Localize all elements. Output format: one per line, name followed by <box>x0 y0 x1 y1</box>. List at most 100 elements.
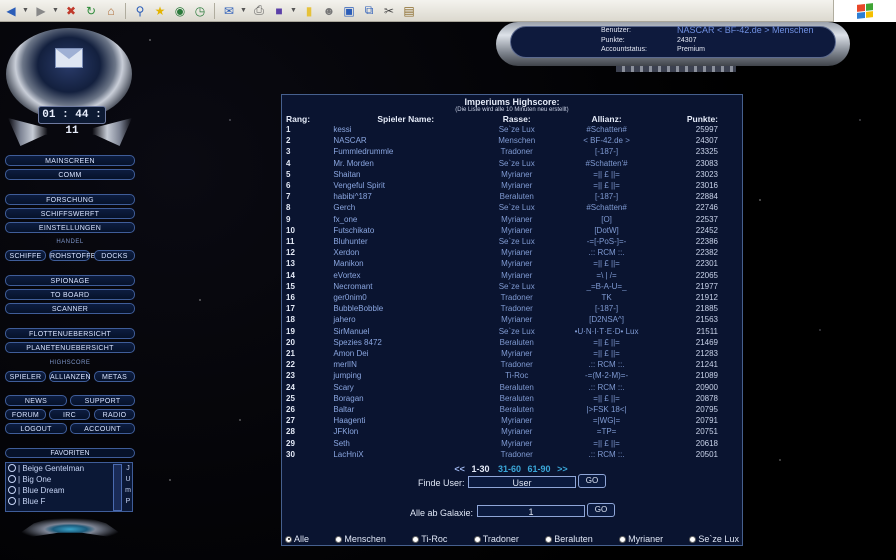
find-user-go-button[interactable]: GO <box>578 474 606 488</box>
find-user-input[interactable]: User <box>468 476 576 488</box>
row-alliance[interactable]: =|| £ ||= <box>562 180 652 191</box>
radio-button[interactable] <box>545 535 553 543</box>
nav-radio-button[interactable]: RADIO <box>94 409 135 420</box>
race-filter-option[interactable]: Myrianer <box>619 532 663 546</box>
nav-einstellungen-button[interactable]: EINSTELLUNGEN <box>5 222 135 233</box>
row-player-name[interactable]: jahero <box>327 314 472 325</box>
nav-scanner-button[interactable]: SCANNER <box>5 303 135 314</box>
row-player-name[interactable]: Vengeful Spirit <box>327 180 472 191</box>
row-player-name[interactable]: Baltar <box>327 404 472 415</box>
forward-dropdown-icon[interactable]: ▼ <box>52 7 60 14</box>
cut-icon[interactable]: ✂ <box>380 2 398 20</box>
pager-page-link[interactable]: 31-60 <box>498 464 521 474</box>
benutzer-value[interactable]: NASCAR < BF-42.de > Menschen <box>677 25 814 35</box>
row-player-name[interactable]: jumping <box>327 370 472 381</box>
pager-prev-link[interactable]: << <box>454 464 465 474</box>
row-player-name[interactable]: fx_one <box>327 214 472 225</box>
radio-button[interactable] <box>689 535 697 543</box>
nav-support-button[interactable]: SUPPORT <box>70 395 135 406</box>
pager-next-link[interactable]: >> <box>557 464 568 474</box>
row-player-name[interactable]: Gerch <box>327 202 472 213</box>
nav-forum-button[interactable]: FORUM <box>5 409 46 420</box>
edit-icon[interactable]: ■ <box>270 2 288 20</box>
row-player-name[interactable]: NASCAR <box>327 135 472 146</box>
radio-button[interactable] <box>619 535 627 543</box>
copy-icon[interactable]: ⧉ <box>360 2 378 20</box>
row-alliance[interactable]: •U·N·I·T·E·D• Lux <box>562 326 652 337</box>
row-player-name[interactable]: Spezies 8472 <box>327 337 472 348</box>
row-alliance[interactable]: =|| £ ||= <box>562 348 652 359</box>
nav-forschung-button[interactable]: FORSCHUNG <box>5 194 135 205</box>
radio-icon[interactable] <box>8 475 16 483</box>
radio-icon[interactable] <box>8 486 16 494</box>
row-player-name[interactable]: BubbleBobble <box>327 303 472 314</box>
mail-icon[interactable]: ✉ <box>220 2 238 20</box>
refresh-icon[interactable]: ↻ <box>82 2 100 20</box>
nav-spieler-button[interactable]: SPIELER <box>5 371 46 382</box>
row-alliance[interactable]: < BF-42.de > <box>562 135 652 146</box>
stop-icon[interactable]: ✖ <box>62 2 80 20</box>
row-player-name[interactable]: Necromant <box>327 281 472 292</box>
favorites-icon[interactable]: ★ <box>151 2 169 20</box>
nav-news-button[interactable]: NEWS <box>5 395 67 406</box>
pager-page-link[interactable]: 61-90 <box>528 464 551 474</box>
row-alliance[interactable]: =|| £ ||= <box>562 258 652 269</box>
row-alliance[interactable]: =|| £ ||= <box>562 169 652 180</box>
row-alliance[interactable]: =\ | /= <box>562 270 652 281</box>
messenger-icon[interactable]: ☻ <box>320 2 338 20</box>
row-alliance[interactable]: |>FSK 18<| <box>562 404 652 415</box>
row-player-name[interactable]: Xerdon <box>327 247 472 258</box>
race-filter-option[interactable]: Beraluten <box>545 532 593 546</box>
row-player-name[interactable]: Amon Dei <box>327 348 472 359</box>
row-alliance[interactable]: -=(M-2-M)=- <box>562 370 652 381</box>
paste-icon[interactable]: ▤ <box>400 2 418 20</box>
row-alliance[interactable]: [-187-] <box>562 191 652 202</box>
forward-icon[interactable]: ▶ <box>32 2 50 20</box>
edit-dropdown-icon[interactable]: ▼ <box>290 7 298 14</box>
row-alliance[interactable]: .:: RCM ::. <box>562 359 652 370</box>
nav-logout-button[interactable]: LOGOUT <box>5 423 67 434</box>
radio-icon[interactable] <box>8 497 16 505</box>
row-alliance[interactable]: [-187-] <box>562 146 652 157</box>
radio-button[interactable] <box>285 535 292 543</box>
row-player-name[interactable]: kessi <box>327 124 472 135</box>
favorites-list[interactable]: | Beige Gentelman | Big One | Blue Dream… <box>5 462 133 512</box>
nav-rohstoffe-button[interactable]: ROHSTOFFE <box>49 250 95 261</box>
row-player-name[interactable]: Scary <box>327 382 472 393</box>
nav-account-button[interactable]: ACCOUNT <box>70 423 135 434</box>
nav-docks-button[interactable]: DOCKS <box>94 250 135 261</box>
row-player-name[interactable]: Futschikato <box>327 225 472 236</box>
row-player-name[interactable]: Fummledrummle <box>327 146 472 157</box>
row-player-name[interactable]: Shaitan <box>327 169 472 180</box>
row-alliance[interactable]: _=B-A-U=_ <box>562 281 652 292</box>
row-alliance[interactable]: TK <box>562 292 652 303</box>
row-player-name[interactable]: JFKlon <box>327 426 472 437</box>
row-alliance[interactable]: [DotW] <box>562 225 652 236</box>
row-player-name[interactable]: LacHniX <box>327 449 472 460</box>
row-alliance[interactable]: [-187-] <box>562 303 652 314</box>
nav-metas-button[interactable]: METAS <box>94 371 135 382</box>
row-alliance[interactable]: =|WG|= <box>562 415 652 426</box>
row-alliance[interactable]: =TP= <box>562 426 652 437</box>
row-player-name[interactable]: Manikon <box>327 258 472 269</box>
row-alliance[interactable]: .:: RCM ::. <box>562 449 652 460</box>
row-player-name[interactable]: SirManuel <box>327 326 472 337</box>
row-player-name[interactable]: eVortex <box>327 270 472 281</box>
row-player-name[interactable]: Seth <box>327 438 472 449</box>
nav-spionage-button[interactable]: SPIONAGE <box>5 275 135 286</box>
nav-comm-button[interactable]: COMM <box>5 169 135 180</box>
favorites-scrollbar[interactable] <box>113 464 122 511</box>
row-player-name[interactable]: merlIN <box>327 359 472 370</box>
row-alliance[interactable]: [O] <box>562 214 652 225</box>
row-alliance[interactable]: #Schatten'# <box>562 158 652 169</box>
home-icon[interactable]: ⌂ <box>102 2 120 20</box>
row-player-name[interactable]: ger0nim0 <box>327 292 472 303</box>
mail-dropdown-icon[interactable]: ▼ <box>240 7 248 14</box>
radio-button[interactable] <box>335 535 343 543</box>
row-alliance[interactable]: =|| £ ||= <box>562 438 652 449</box>
search-icon[interactable]: ⚲ <box>131 2 149 20</box>
print-icon[interactable]: ⎙ <box>250 2 268 20</box>
back-dropdown-icon[interactable]: ▼ <box>22 7 30 14</box>
nav-schiffswerft-button[interactable]: SCHIFFSWERFT <box>5 208 135 219</box>
row-alliance[interactable]: =|| £ ||= <box>562 337 652 348</box>
